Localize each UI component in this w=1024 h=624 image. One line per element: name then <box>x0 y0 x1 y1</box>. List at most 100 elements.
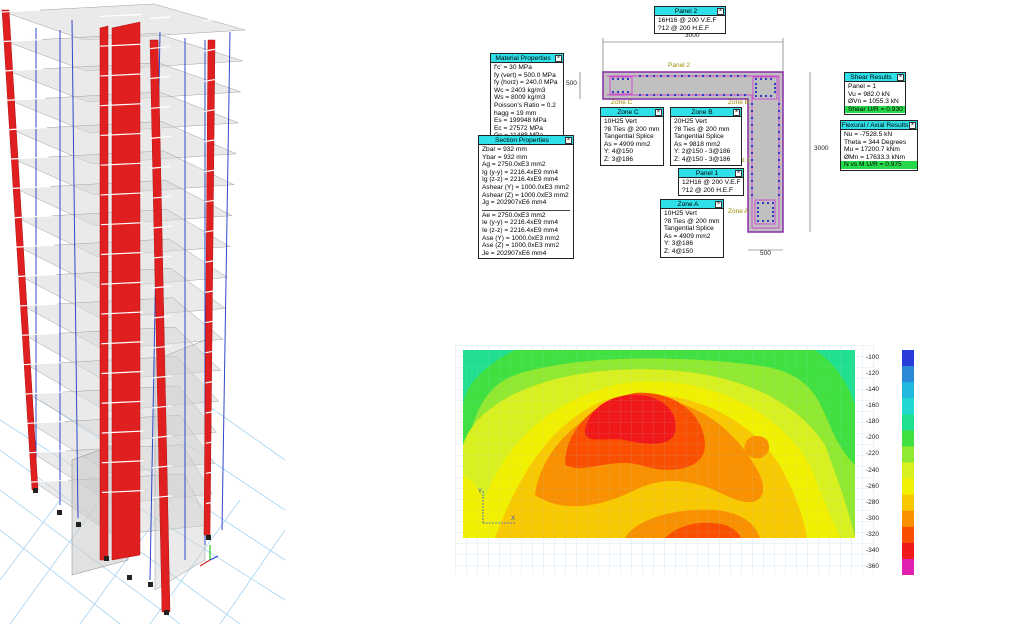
scale-tick-label: -280 <box>866 498 880 506</box>
rebar-dot <box>754 90 758 94</box>
rebar-dot <box>777 151 781 155</box>
rebar-dot <box>771 219 775 223</box>
shear-results-title: Shear Results <box>850 74 892 81</box>
rebar-dot <box>756 201 760 205</box>
scale-swatch <box>902 526 914 544</box>
section-properties-box[interactable]: Section Properties × Zbar = 932 mm Ybar = … <box>478 135 574 260</box>
rebar-dot <box>777 137 781 141</box>
info-row: hagg = 19 mm <box>494 109 537 117</box>
info-row: Ashear (Y) = 1000.0xE3 mm2 <box>482 183 570 191</box>
color-scale-bar <box>902 350 914 575</box>
rebar-dot <box>771 210 775 214</box>
rebar-dot <box>759 77 763 81</box>
rebar-dot <box>611 77 615 81</box>
flexural-axial-results-title: Flexural / Axial Results <box>841 122 909 129</box>
rebar-dot <box>750 151 754 155</box>
info-row: Ybar = 932 mm <box>482 153 528 161</box>
zone-c-box[interactable]: Zone C × 10H25 Vert ?8 Ties @ 200 mm Tangen… <box>600 107 664 166</box>
scale-tick-label: -360 <box>866 562 880 570</box>
info-row: Tangential Splice <box>604 133 654 141</box>
rebar-dot <box>736 74 740 78</box>
scale-swatch <box>902 414 914 431</box>
info-row: f'c' = 30 MPa <box>494 64 532 71</box>
close-icon[interactable]: × <box>897 74 904 81</box>
rebar-dot <box>777 165 781 169</box>
close-icon[interactable]: × <box>715 201 722 208</box>
rebar-dot <box>729 93 733 97</box>
info-row: ?8 Ties @ 200 mm <box>664 217 720 225</box>
close-icon[interactable]: × <box>735 170 742 177</box>
rebar-dot <box>616 90 620 94</box>
rebar-dot <box>645 74 649 78</box>
rebar-dot <box>666 74 670 78</box>
info-row: Z: 4@150 <box>664 247 694 255</box>
close-icon[interactable]: × <box>555 55 562 62</box>
info-row: Poisson's Ratio = 0.2 <box>494 101 556 109</box>
info-row: Panel = 1 <box>848 83 877 90</box>
info-row: Mu = 17200.7 kNm <box>844 146 900 154</box>
info-row: As = 4909 mm2 <box>604 140 651 148</box>
flexural-axial-results-box[interactable]: Flexural / Axial Results × Nu = -7528.5 k… <box>840 120 918 171</box>
scale-tick-label: -260 <box>866 482 880 490</box>
close-icon[interactable]: × <box>717 8 724 15</box>
rebar-dot <box>756 206 760 210</box>
info-row: Ie (z-z) = 2216.4xE9 mm4 <box>482 226 559 234</box>
rebar-dot <box>673 74 677 78</box>
rebar-dot <box>652 74 656 78</box>
info-row: 12H16 @ 200 V.E.F <box>682 179 741 186</box>
shear-results-box[interactable]: Shear Results × Panel = 1 Vu = 982.0 kN ØVn… <box>844 72 906 116</box>
panel-2-box[interactable]: Panel 2 × 16H16 @ 200 V.E.F ?12 @ 200 H.E.… <box>654 6 726 35</box>
rebar-dot <box>750 109 754 113</box>
scale-swatch <box>902 558 914 575</box>
scale-tick-label: -120 <box>866 370 880 378</box>
dimension-left: 500 <box>566 80 577 87</box>
scale-tick-label: -200 <box>866 434 880 442</box>
rebar-dot <box>777 144 781 148</box>
scale-tick-label: -100 <box>866 354 880 362</box>
info-row: Wc = 2403 kg/m3 <box>494 86 546 94</box>
rebar-dot <box>666 93 670 97</box>
rebar-dot <box>750 158 754 162</box>
close-icon[interactable]: × <box>655 109 662 116</box>
info-row: Ag = 2750.0xE3 mm2 <box>482 161 546 169</box>
zone-b-box[interactable]: Zone B × 20H25 Vert ?8 Ties @ 200 mm Tangen… <box>670 107 742 166</box>
info-row: Ws = 8009 kg/m3 <box>494 94 546 102</box>
rebar-dot <box>754 94 758 98</box>
info-row: Ig (y-y) = 2216.4xE9 mm4 <box>482 168 559 176</box>
building-3d-view[interactable] <box>0 0 286 624</box>
rebar-dot <box>750 144 754 148</box>
zone-a-box[interactable]: Zone A × 10H25 Vert ?8 Ties @ 200 mm Tangen… <box>660 199 724 258</box>
info-row: Y: 3@186 <box>664 240 694 248</box>
rebar-dot <box>769 94 773 98</box>
info-row: 16H16 @ 200 V.E.F <box>658 17 717 24</box>
info-row: Nu = -7528.5 kN <box>844 131 893 138</box>
rebar-dot <box>777 172 781 176</box>
rebar-dot <box>694 74 698 78</box>
info-row: Tangential Splice <box>674 133 724 141</box>
rebar-dot <box>759 94 763 98</box>
scale-tick-label: -220 <box>866 450 880 458</box>
rebar-dot <box>626 77 630 81</box>
info-row: ?8 Ties @ 200 mm <box>604 125 660 133</box>
rebar-dot <box>756 214 760 218</box>
panel-1-box[interactable]: Panel 1 × 12H16 @ 200 V.E.F ?12 @ 200 H.E.… <box>678 168 744 197</box>
close-icon[interactable]: × <box>909 122 916 129</box>
close-icon[interactable]: × <box>733 109 740 116</box>
info-row: Ase (Z) = 1000.0xE3 mm2 <box>482 242 560 250</box>
rebar-dot <box>708 93 712 97</box>
label-zone-a: Zone A <box>728 208 749 215</box>
scale-swatch <box>902 382 914 399</box>
material-properties-box[interactable]: Material Properties × f'c' = 30 MPa fy (ve… <box>490 53 564 142</box>
status-row: N vs M U/R = 0.975 <box>841 161 917 169</box>
rebar-dot <box>773 82 777 86</box>
stress-contour-plot[interactable]: Y X <box>455 345 875 575</box>
info-row: Vu = 982.0 kN <box>848 90 890 98</box>
close-icon[interactable]: × <box>565 137 572 144</box>
rebar-dot <box>777 130 781 134</box>
scale-tick-label: -300 <box>866 514 880 522</box>
scale-swatch <box>902 430 914 447</box>
scale-swatch <box>902 478 914 496</box>
color-scale-ticks: -100 -120 -140 -160 -180 -200 -220 -240 -260 -280… <box>866 350 900 575</box>
rebar-dot <box>638 93 642 97</box>
rebar-dot <box>771 206 775 210</box>
